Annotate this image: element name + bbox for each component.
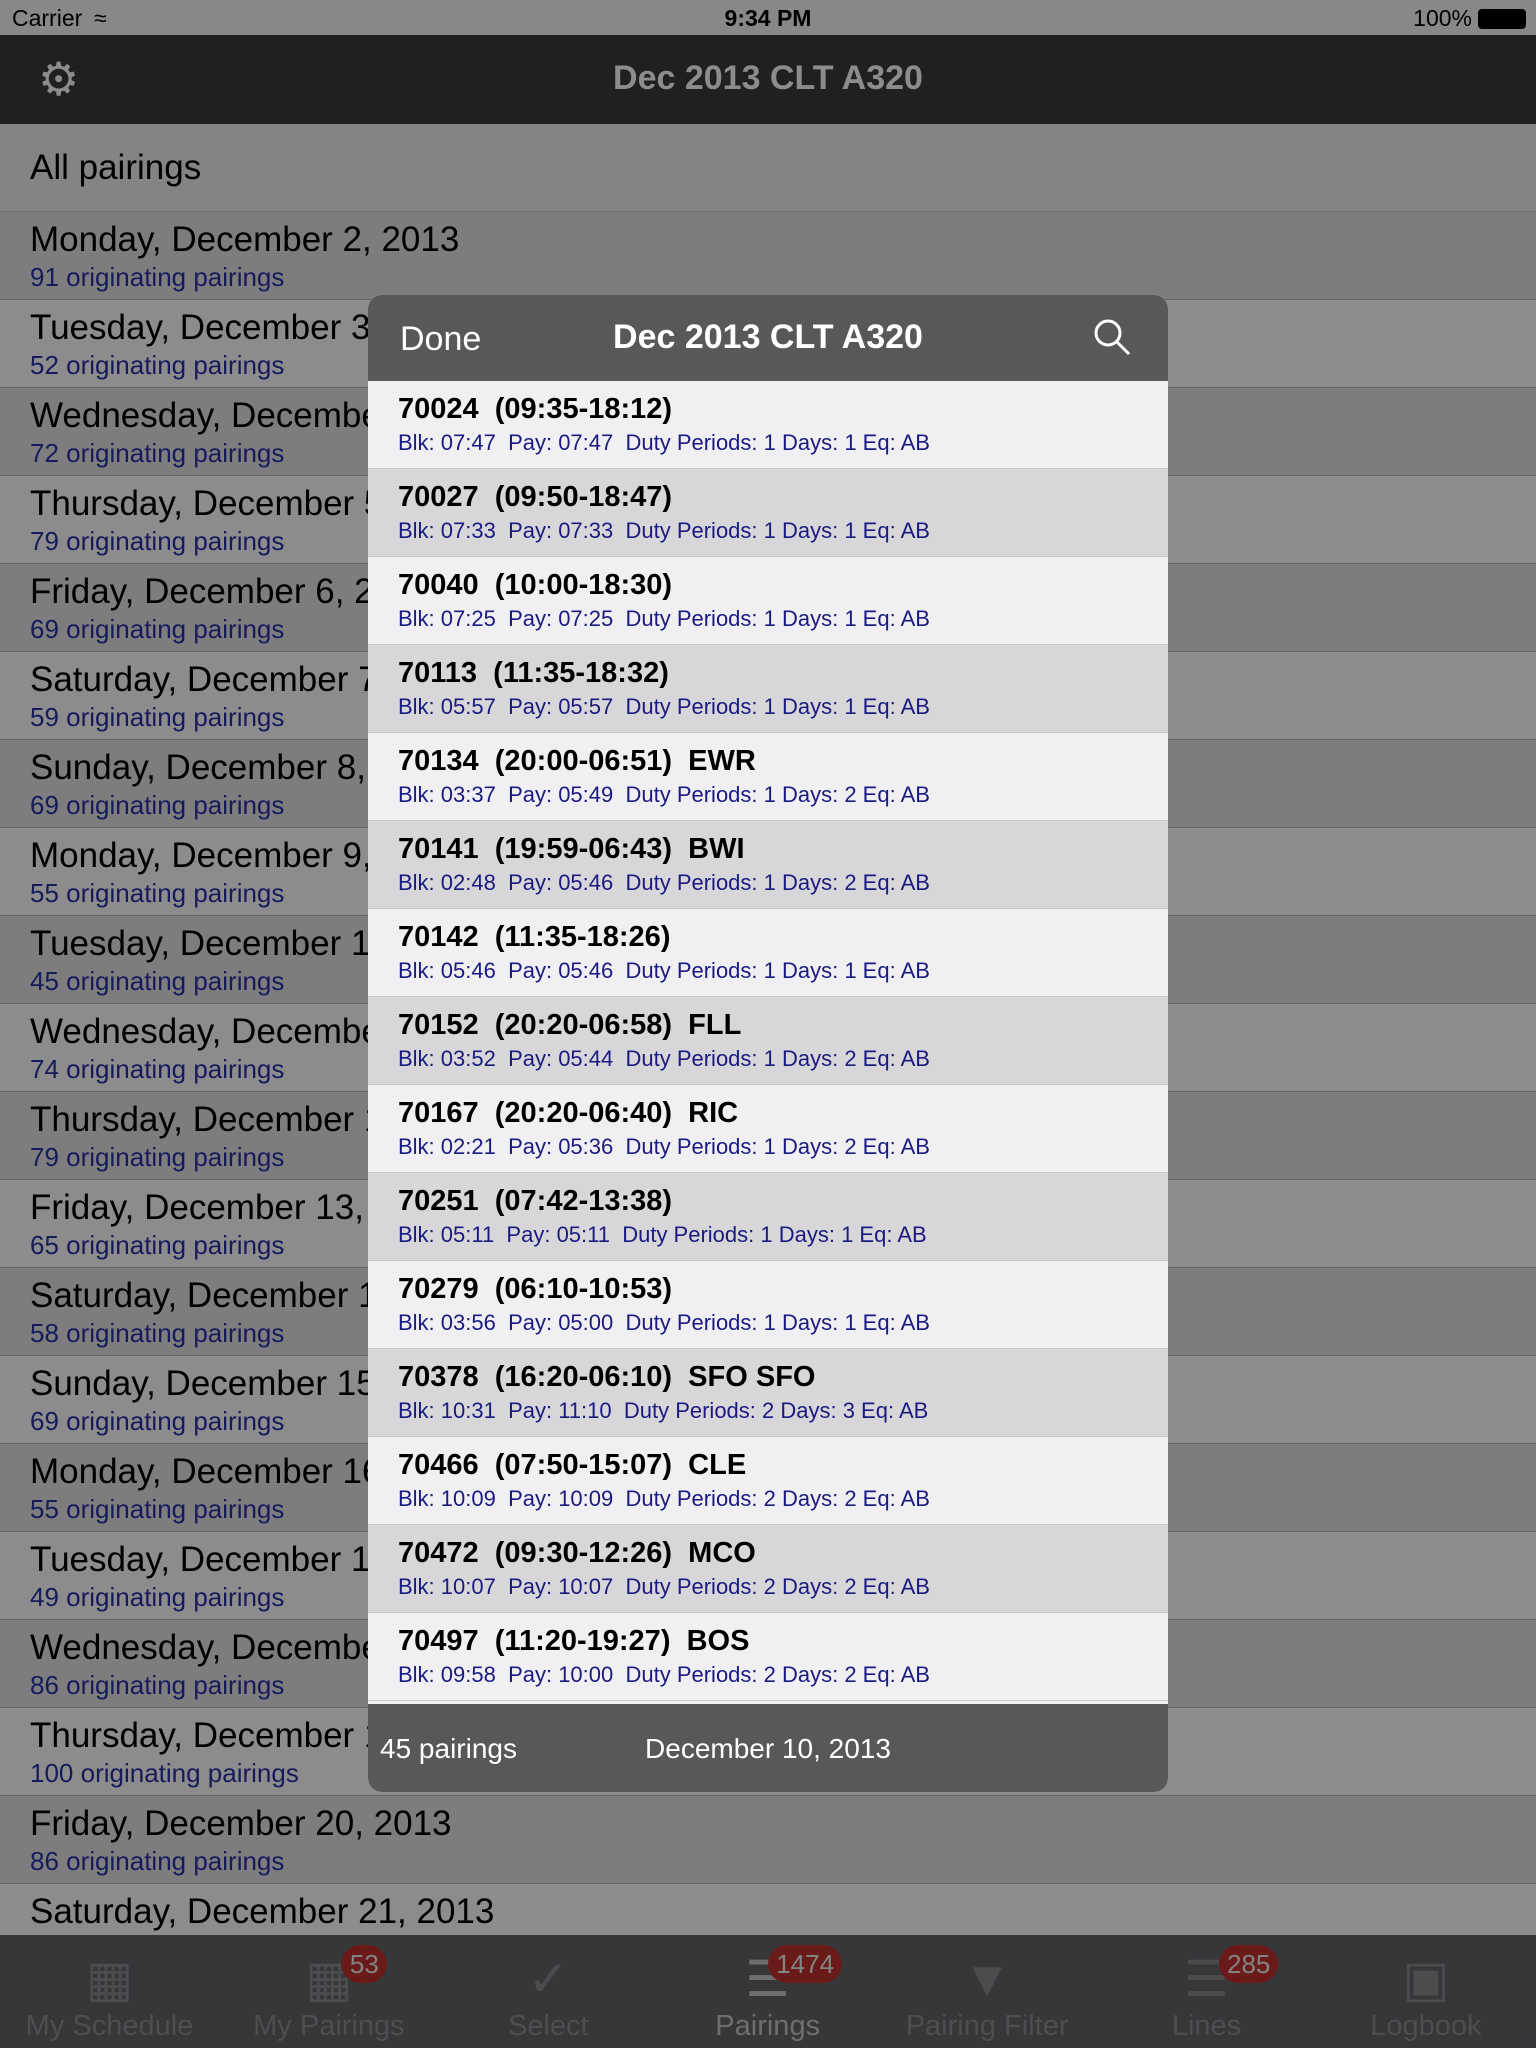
pairing-list: 70024 (09:35-18:12) Blk: 07:47 Pay: 07:47… xyxy=(368,381,1168,1701)
popover-footer: 45 pairings December 10, 2013 xyxy=(368,1704,1168,1792)
search-icon[interactable] xyxy=(1092,317,1132,357)
pairing-detail: Blk: 07:25 Pay: 07:25 Duty Periods: 1 Da… xyxy=(398,606,930,631)
pairing-title: 70466 (07:50-15:07) CLE xyxy=(398,1449,747,1481)
pairing-detail: Blk: 05:46 Pay: 05:46 Duty Periods: 1 Da… xyxy=(398,958,930,983)
pairing-row[interactable]: 70040 (10:00-18:30) Blk: 07:25 Pay: 07:25… xyxy=(368,557,1168,645)
pairing-detail: Blk: 10:31 Pay: 11:10 Duty Periods: 2 Da… xyxy=(398,1398,929,1423)
popover-header: Done Dec 2013 CLT A320 xyxy=(368,295,1168,381)
pairing-detail: Blk: 07:33 Pay: 07:33 Duty Periods: 1 Da… xyxy=(398,518,930,543)
pairing-title: 70378 (16:20-06:10) SFO SFO xyxy=(398,1361,816,1393)
pairing-detail: Blk: 03:52 Pay: 05:44 Duty Periods: 1 Da… xyxy=(398,1046,930,1071)
pairing-row[interactable]: 70113 (11:35-18:32) Blk: 05:57 Pay: 05:57… xyxy=(368,645,1168,733)
pairing-title: 70113 (11:35-18:32) xyxy=(398,657,669,689)
popover-title: Dec 2013 CLT A320 xyxy=(613,318,923,356)
pairing-title: 70142 (11:35-18:26) xyxy=(398,921,671,953)
pairing-row[interactable]: 70152 (20:20-06:58) FLL Blk: 03:52 Pay: 0… xyxy=(368,997,1168,1085)
pairing-title: 70141 (19:59-06:43) BWI xyxy=(398,833,745,865)
pairing-detail: Blk: 10:09 Pay: 10:09 Duty Periods: 2 Da… xyxy=(398,1486,930,1511)
pairing-row[interactable]: 70497 (11:20-19:27) BOS Blk: 09:58 Pay: 1… xyxy=(368,1613,1168,1701)
pairing-title: 70134 (20:00-06:51) EWR xyxy=(398,745,756,777)
pairing-row[interactable]: 70279 (06:10-10:53) Blk: 03:56 Pay: 05:00… xyxy=(368,1261,1168,1349)
pairing-title: 70152 (20:20-06:58) FLL xyxy=(398,1009,742,1041)
pairings-popover: Done Dec 2013 CLT A320 70024 (09:35-18:1… xyxy=(368,295,1168,1792)
selected-date: December 10, 2013 xyxy=(645,1733,891,1764)
pairing-row[interactable]: 70251 (07:42-13:38) Blk: 05:11 Pay: 05:11… xyxy=(368,1173,1168,1261)
pairing-title: 70472 (09:30-12:26) MCO xyxy=(398,1537,756,1569)
pairing-detail: Blk: 07:47 Pay: 07:47 Duty Periods: 1 Da… xyxy=(398,430,930,455)
pairing-title: 70279 (06:10-10:53) xyxy=(398,1273,673,1305)
pairing-row[interactable]: 70167 (20:20-06:40) RIC Blk: 02:21 Pay: 0… xyxy=(368,1085,1168,1173)
pairing-title: 70024 (09:35-18:12) xyxy=(398,393,673,425)
pairing-title: 70027 (09:50-18:47) xyxy=(398,481,673,513)
pairing-row[interactable]: 70378 (16:20-06:10) SFO SFO Blk: 10:31 Pa… xyxy=(368,1349,1168,1437)
pairing-row[interactable]: 70466 (07:50-15:07) CLE Blk: 10:09 Pay: 1… xyxy=(368,1437,1168,1525)
pairing-row[interactable]: 70142 (11:35-18:26) Blk: 05:46 Pay: 05:46… xyxy=(368,909,1168,997)
pairing-detail: Blk: 10:07 Pay: 10:07 Duty Periods: 2 Da… xyxy=(398,1574,930,1599)
pairing-detail: Blk: 03:56 Pay: 05:00 Duty Periods: 1 Da… xyxy=(398,1310,930,1335)
pairing-title: 70040 (10:00-18:30) xyxy=(398,569,673,601)
pairing-detail: Blk: 09:58 Pay: 10:00 Duty Periods: 2 Da… xyxy=(398,1662,930,1687)
pairing-row[interactable]: 70134 (20:00-06:51) EWR Blk: 03:37 Pay: 0… xyxy=(368,733,1168,821)
pairing-title: 70167 (20:20-06:40) RIC xyxy=(398,1097,739,1129)
pairing-detail: Blk: 05:11 Pay: 05:11 Duty Periods: 1 Da… xyxy=(398,1222,927,1247)
pairing-row[interactable]: 70027 (09:50-18:47) Blk: 07:33 Pay: 07:33… xyxy=(368,469,1168,557)
pairing-row[interactable]: 70141 (19:59-06:43) BWI Blk: 02:48 Pay: 0… xyxy=(368,821,1168,909)
pairing-row[interactable]: 70472 (09:30-12:26) MCO Blk: 10:07 Pay: 1… xyxy=(368,1525,1168,1613)
pairing-detail: Blk: 02:21 Pay: 05:36 Duty Periods: 1 Da… xyxy=(398,1134,930,1159)
pairing-detail: Blk: 02:48 Pay: 05:46 Duty Periods: 1 Da… xyxy=(398,870,930,895)
pairing-detail: Blk: 03:37 Pay: 05:49 Duty Periods: 1 Da… xyxy=(398,782,930,807)
pairing-title: 70497 (11:20-19:27) BOS xyxy=(398,1625,750,1657)
pairing-detail: Blk: 05:57 Pay: 05:57 Duty Periods: 1 Da… xyxy=(398,694,930,719)
pairing-title: 70251 (07:42-13:38) xyxy=(398,1185,673,1217)
pairing-row[interactable]: 70024 (09:35-18:12) Blk: 07:47 Pay: 07:47… xyxy=(368,381,1168,469)
